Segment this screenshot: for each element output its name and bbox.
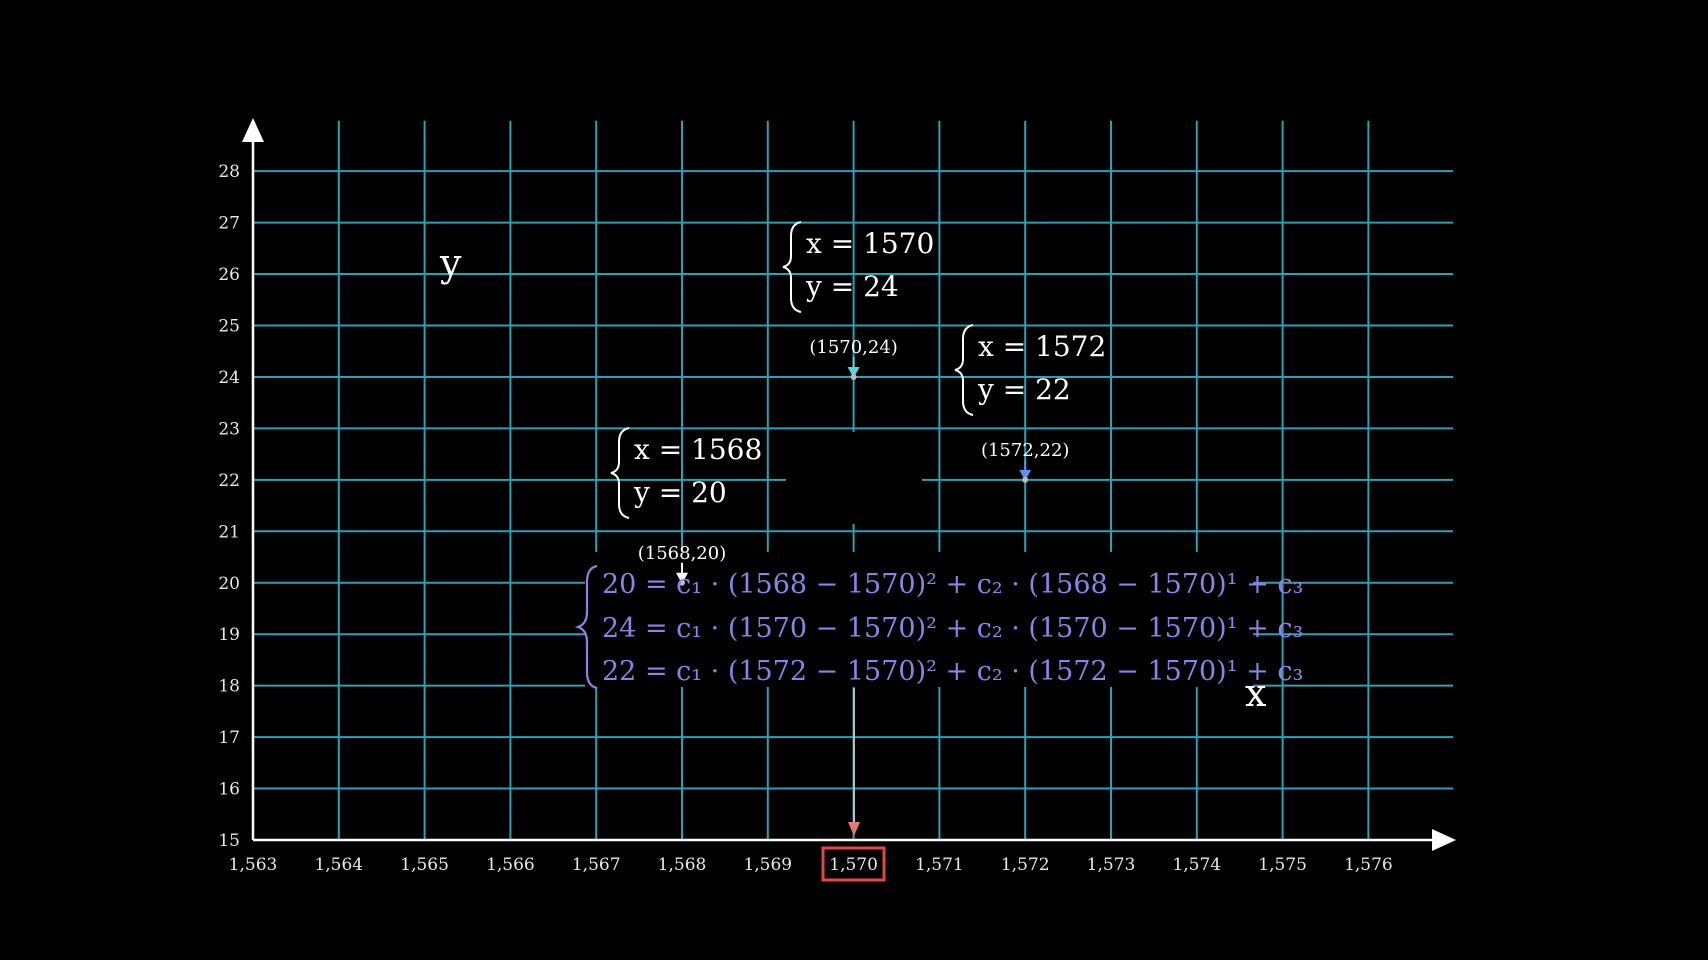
x-tick-label: 1,567 <box>572 855 621 875</box>
point-dot <box>850 373 857 380</box>
y-tick-label: 23 <box>218 419 240 439</box>
y-tick-label: 16 <box>218 780 240 800</box>
x-tick-label: 1,570 <box>829 855 878 875</box>
x-tick-label: 1,563 <box>229 855 278 875</box>
y-tick-label: 18 <box>218 677 240 697</box>
equation-group-1572: x = 1572 y = 22 <box>954 324 1106 416</box>
point-label: (1570,24) <box>809 337 897 358</box>
point-label: (1572,22) <box>981 440 1069 461</box>
x-tick-label: 1,566 <box>486 855 535 875</box>
x-axis-arrowhead <box>1432 829 1456 851</box>
x-tick-label: 1,569 <box>743 855 792 875</box>
x-tick-label: 1,574 <box>1172 855 1221 875</box>
x-tick-label: 1,573 <box>1087 855 1136 875</box>
x-marker-head <box>848 822 860 836</box>
equation-x-1568: x = 1568 <box>634 433 762 466</box>
equation-system: 20 = c₁ · (1568 − 1570)² + c₂ · (1568 − … <box>574 564 1303 690</box>
x-tick-label: 1,565 <box>400 855 449 875</box>
y-axis-label: y <box>439 241 462 285</box>
grid-gap-mask <box>786 432 922 524</box>
y-tick-label: 19 <box>218 625 240 645</box>
brace-1570 <box>782 221 802 313</box>
system-equation-2: 24 = c₁ · (1570 − 1570)² + c₂ · (1570 − … <box>602 613 1303 644</box>
y-tick-label: 22 <box>218 471 240 491</box>
x-tick-label: 1,564 <box>314 855 363 875</box>
equation-group-1570: x = 1570 y = 24 <box>782 221 934 313</box>
data-point: (1572,22) <box>981 440 1069 483</box>
y-tick-label: 25 <box>218 317 240 337</box>
data-point: (1570,24) <box>809 337 898 380</box>
x-tick-label: 1,571 <box>915 855 964 875</box>
y-tick-label: 28 <box>218 162 240 182</box>
y-tick-label: 21 <box>218 522 240 542</box>
brace-1568 <box>610 427 630 519</box>
x-tick-label: 1,568 <box>658 855 707 875</box>
y-tick-label: 17 <box>218 728 240 748</box>
coordinate-diagram: 1,563 1,564 1,565 1,566 1,567 1,568 1,569 1,570… <box>218 118 1456 882</box>
y-tick-label: 20 <box>218 574 240 594</box>
equation-group-1568: x = 1568 y = 20 <box>610 427 762 519</box>
system-equation-1: 20 = c₁ · (1568 − 1570)² + c₂ · (1568 − … <box>602 569 1303 600</box>
brace-1572 <box>954 324 974 416</box>
equation-y-1568: y = 20 <box>633 476 727 509</box>
point-dot <box>1022 476 1029 483</box>
y-tick-label: 26 <box>218 265 240 285</box>
x-tick-label: 1,576 <box>1344 855 1393 875</box>
equation-x-1572: x = 1572 <box>978 330 1106 363</box>
y-axis-arrowhead <box>242 118 264 142</box>
equation-y-1572: y = 22 <box>977 373 1071 406</box>
y-tick-label: 24 <box>218 368 240 388</box>
x-marker-arrow <box>848 688 860 836</box>
point-label: (1568,20) <box>638 543 726 564</box>
y-tick-label: 27 <box>218 214 240 234</box>
x-tick-label: 1,575 <box>1258 855 1307 875</box>
equation-x-1570: x = 1570 <box>806 227 934 260</box>
y-tick-label: 15 <box>218 831 240 851</box>
x-tick-label: 1,572 <box>1001 855 1050 875</box>
system-equation-3: 22 = c₁ · (1572 − 1570)² + c₂ · (1572 − … <box>602 656 1303 687</box>
equation-y-1570: y = 24 <box>805 270 899 303</box>
